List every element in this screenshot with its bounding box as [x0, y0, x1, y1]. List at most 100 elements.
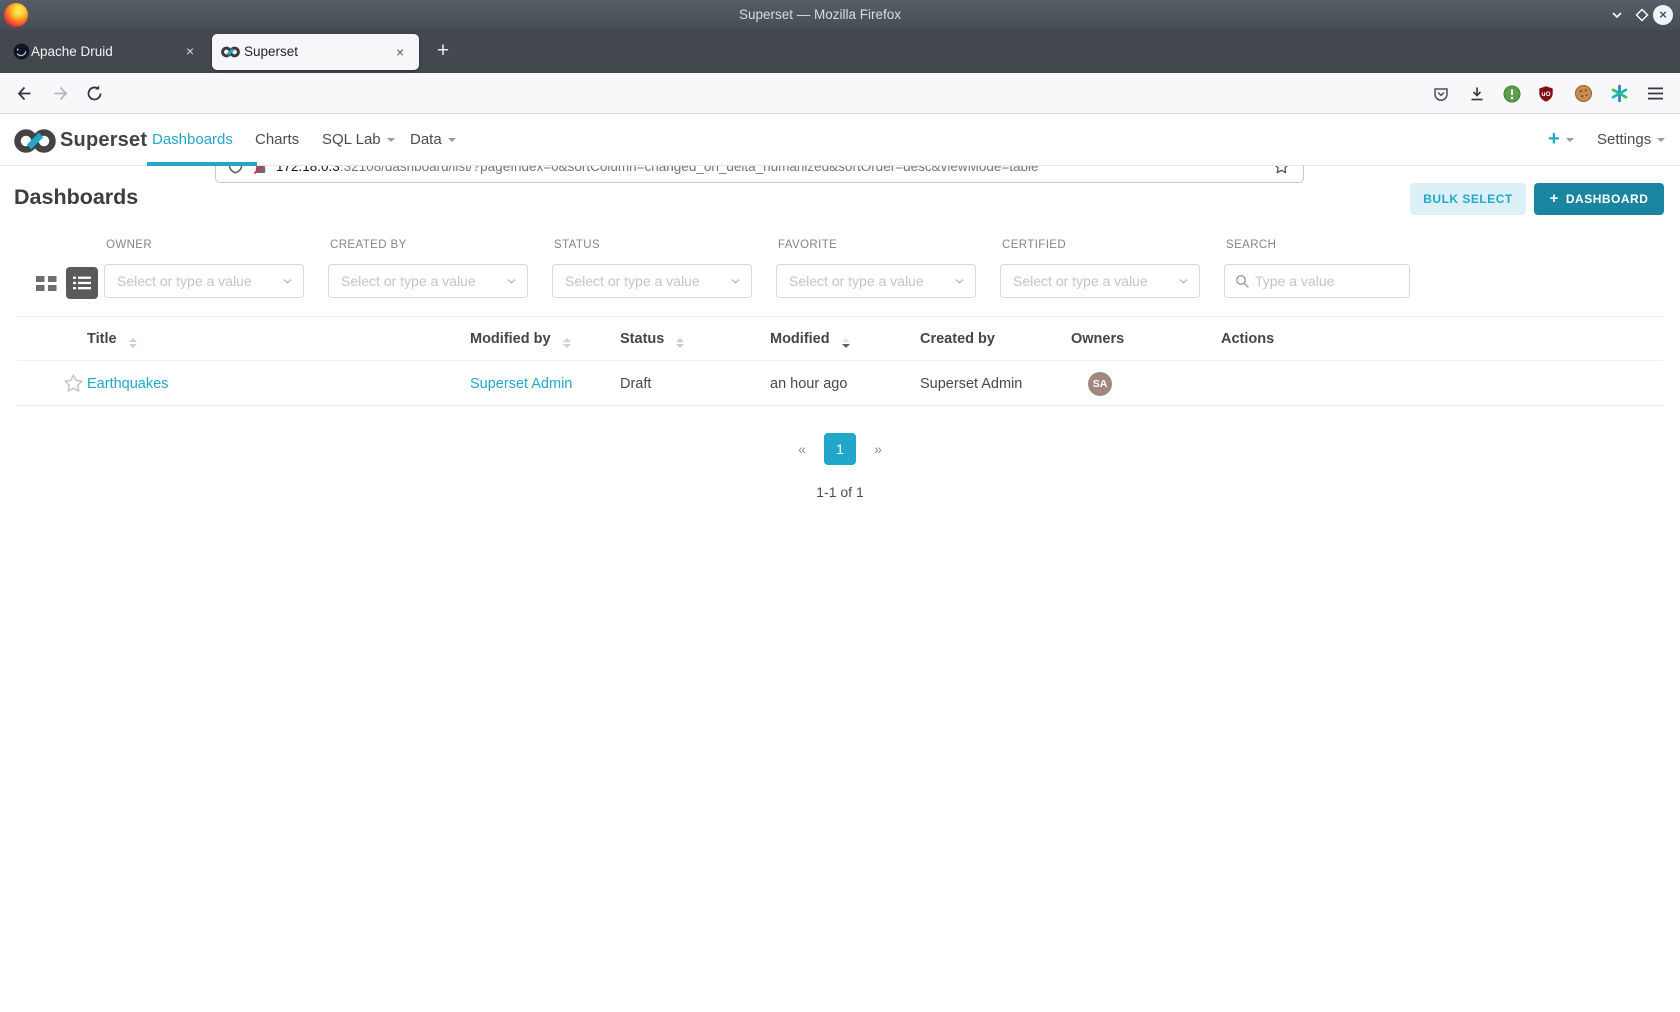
downloads-icon[interactable]	[1468, 85, 1486, 103]
column-header-modified-by[interactable]: Modified by	[470, 317, 571, 361]
chevron-down-icon	[1657, 138, 1666, 143]
chevron-down-icon	[447, 138, 456, 143]
forward-icon[interactable]	[51, 84, 71, 103]
select-placeholder: Select or type a value	[341, 273, 476, 289]
maximize-icon[interactable]	[1635, 8, 1649, 22]
plus-icon: +	[1549, 190, 1559, 207]
status-value: Draft	[620, 376, 652, 392]
extension-asterisk-icon[interactable]	[1610, 84, 1629, 103]
owner-avatar[interactable]: SA	[1088, 372, 1112, 396]
sort-desc-icon	[841, 338, 850, 348]
nav-settings[interactable]: Settings	[1597, 114, 1666, 166]
tab-superset[interactable]: Superset ×	[212, 34, 419, 70]
superset-favicon	[221, 46, 240, 58]
search-icon	[1235, 274, 1249, 288]
list-view-toggle[interactable]	[66, 267, 98, 299]
chevron-down-icon	[955, 279, 964, 284]
list-icon	[73, 276, 91, 290]
superset-brand[interactable]: Superset	[60, 114, 147, 166]
tab-label: Apache Druid	[31, 44, 113, 59]
sort-icon	[562, 338, 571, 348]
filter-search: SEARCH	[1224, 239, 1424, 301]
filter-favorite: FAVORITE Select or type a value	[776, 239, 976, 301]
new-tab-button[interactable]: +	[428, 30, 458, 73]
table-row: Earthquakes Superset Admin Draft an hour…	[17, 362, 1663, 406]
filter-label: FAVORITE	[778, 239, 838, 251]
search-input[interactable]	[1255, 265, 1403, 297]
favorite-select[interactable]: Select or type a value	[776, 264, 976, 298]
new-dashboard-button[interactable]: + DASHBOARD	[1534, 183, 1664, 215]
dashboard-title-link[interactable]: Earthquakes	[87, 362, 168, 406]
dashboards-table: Title Modified by Status Modified Create…	[17, 316, 1663, 406]
nav-dashboards[interactable]: Dashboards	[152, 114, 233, 166]
table-header-row: Title Modified by Status Modified Create…	[17, 317, 1663, 361]
menu-hamburger-icon[interactable]	[1647, 86, 1664, 101]
close-window-button[interactable]: ×	[1653, 5, 1673, 25]
bulk-select-button[interactable]: BULK SELECT	[1410, 183, 1526, 215]
pagination-page-1[interactable]: 1	[824, 433, 856, 465]
select-placeholder: Select or type a value	[565, 273, 700, 289]
page-title: Dashboards	[14, 185, 139, 209]
nav-data[interactable]: Data	[410, 114, 456, 166]
certified-select[interactable]: Select or type a value	[1000, 264, 1200, 298]
filter-label: OWNER	[106, 239, 153, 251]
filter-label: STATUS	[554, 239, 601, 251]
column-header-actions: Actions	[1221, 331, 1275, 347]
extension-green-icon[interactable]	[1503, 85, 1521, 103]
filter-created-by: CREATED BY Select or type a value	[328, 239, 528, 301]
window-titlebar: Superset — Mozilla Firefox ×	[0, 0, 1680, 30]
owner-select[interactable]: Select or type a value	[104, 264, 304, 298]
chevron-down-icon	[1565, 137, 1574, 142]
sort-icon	[128, 338, 137, 348]
modified-by-link[interactable]: Superset Admin	[470, 362, 572, 406]
filter-owner: OWNER Select or type a value	[104, 239, 304, 301]
select-placeholder: Select or type a value	[789, 273, 924, 289]
new-item-menu[interactable]: +	[1548, 114, 1574, 166]
tab-close-icon[interactable]: ×	[186, 30, 194, 73]
nav-sql-lab[interactable]: SQL Lab	[322, 114, 395, 166]
minimize-icon[interactable]	[1610, 8, 1624, 22]
column-header-owners[interactable]: Owners	[1071, 317, 1124, 361]
chevron-down-icon	[1179, 279, 1188, 284]
active-nav-underline	[147, 162, 257, 166]
column-header-created-by[interactable]: Created by	[920, 317, 995, 361]
cookie-icon[interactable]	[1574, 84, 1593, 103]
chevron-down-icon	[283, 279, 292, 284]
tab-label: Superset	[244, 44, 299, 59]
superset-navbar: Superset Dashboards Charts SQL Lab Data …	[0, 114, 1680, 166]
filter-label: CREATED BY	[330, 239, 407, 251]
chevron-down-icon	[507, 279, 516, 284]
browser-toolbar: 172.18.0.3:32108/dashboard/list/?pageInd…	[0, 73, 1680, 182]
column-header-title[interactable]: Title	[87, 317, 137, 361]
status-select[interactable]: Select or type a value	[552, 264, 752, 298]
superset-logo-icon[interactable]	[14, 128, 56, 154]
select-placeholder: Select or type a value	[117, 273, 252, 289]
ublock-shield-icon[interactable]: uO	[1537, 85, 1555, 103]
nav-charts[interactable]: Charts	[255, 114, 299, 166]
favorite-star-icon[interactable]	[63, 373, 84, 394]
filter-label: SEARCH	[1226, 239, 1277, 251]
card-view-toggle[interactable]	[36, 275, 57, 292]
pocket-icon[interactable]	[1432, 85, 1450, 103]
tab-close-icon[interactable]: ×	[396, 34, 404, 70]
created-by-select[interactable]: Select or type a value	[328, 264, 528, 298]
svg-text:uO: uO	[1541, 91, 1550, 98]
chevron-down-icon	[386, 138, 395, 143]
pagination-next[interactable]: »	[869, 433, 887, 465]
column-header-modified[interactable]: Modified	[770, 317, 850, 361]
tab-apache-druid[interactable]: Apache Druid ×	[0, 30, 205, 73]
druid-favicon	[13, 43, 30, 60]
reload-icon[interactable]	[85, 84, 104, 103]
search-field	[1224, 264, 1410, 298]
column-header-status[interactable]: Status	[620, 317, 685, 361]
pagination-prev[interactable]: «	[793, 433, 811, 465]
select-placeholder: Select or type a value	[1013, 273, 1148, 289]
filter-status: STATUS Select or type a value	[552, 239, 752, 301]
window-title: Superset — Mozilla Firefox	[738, 7, 902, 22]
chevron-down-icon	[731, 279, 740, 284]
filter-certified: CERTIFIED Select or type a value	[1000, 239, 1200, 301]
pagination-summary: 1-1 of 1	[816, 484, 864, 500]
modified-value: an hour ago	[770, 376, 848, 392]
created-by-value: Superset Admin	[920, 376, 1023, 392]
back-icon[interactable]	[14, 84, 34, 103]
